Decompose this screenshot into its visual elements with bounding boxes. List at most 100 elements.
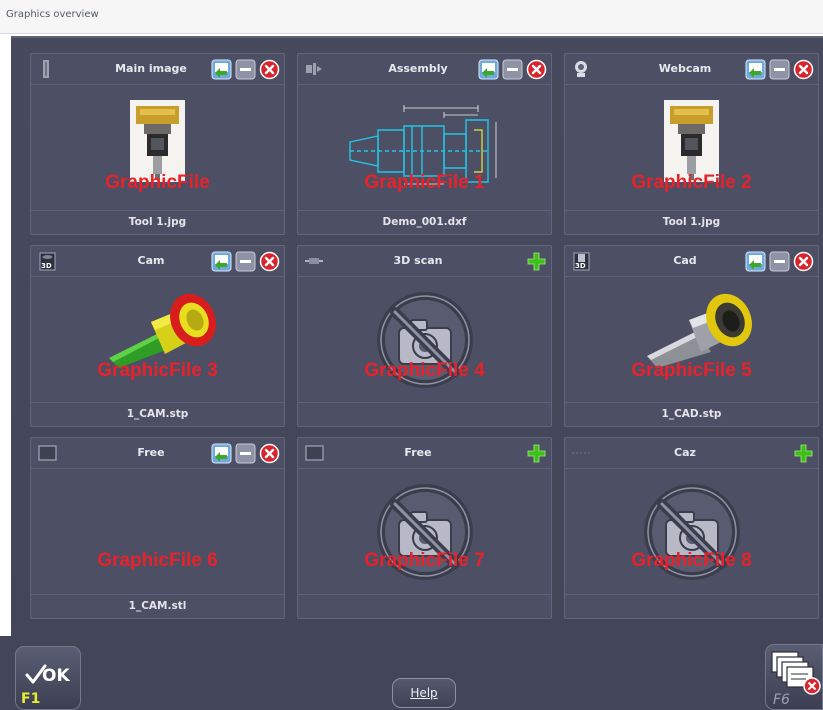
tool-holder-icon [43, 60, 49, 78]
minus-icon[interactable] [769, 59, 790, 80]
import-icon[interactable] [478, 59, 499, 80]
tile-actions [526, 443, 547, 464]
tile-preview-area[interactable] [298, 278, 551, 403]
cad-3d-model-image [647, 293, 752, 368]
graphic-file-label: GraphicFile 7 [364, 550, 485, 571]
delete-icon[interactable] [259, 443, 280, 464]
tile-title: Free [404, 446, 432, 459]
tile-title: Caz [674, 446, 696, 459]
tile-actions [745, 251, 814, 272]
tile-title: Free [137, 446, 165, 459]
graphic-file-label: GraphicFile 5 [631, 360, 752, 381]
delete-icon[interactable] [793, 251, 814, 272]
tile-file-name: 1_CAD.stp [565, 402, 818, 426]
tile-file-name [565, 594, 818, 618]
import-icon[interactable] [211, 59, 232, 80]
delete-icon[interactable] [793, 59, 814, 80]
graphic-file-label: GraphicFile [105, 172, 210, 193]
graphic-tile[interactable]: Free GraphicFile 6 1_CAM.stl [30, 437, 285, 619]
delete-icon[interactable] [259, 59, 280, 80]
cam-3d-model-image [109, 293, 216, 368]
assembly-icon [306, 63, 322, 75]
tile-file-name: Demo_001.dxf [298, 210, 551, 234]
window-title: Graphics overview [6, 9, 99, 20]
tile-header: Free [298, 438, 551, 469]
graphic-file-label: GraphicFile 1 [364, 172, 485, 193]
tile-header: Webcam [565, 54, 818, 85]
graphic-tile[interactable]: Caz GraphicFile 8 [564, 437, 819, 619]
tile-title: Assembly [388, 62, 448, 75]
delete-icon[interactable] [259, 251, 280, 272]
ok-button[interactable]: OK F1 [15, 646, 81, 710]
graphic-tile[interactable]: Main image GraphicFile Tool 1.jpg [30, 53, 285, 235]
tile-file-name: Tool 1.jpg [565, 210, 818, 234]
tile-header: Caz [565, 438, 818, 469]
import-icon[interactable] [211, 251, 232, 272]
delete-icon[interactable] [526, 59, 547, 80]
minus-icon[interactable] [235, 251, 256, 272]
tile-preview-area[interactable] [565, 278, 818, 403]
graphic-file-label: GraphicFile 2 [631, 172, 752, 193]
tile-file-name: 1_CAM.stl [31, 594, 284, 618]
tool-photo-image [130, 100, 185, 182]
graphic-tile[interactable]: Assembly GraphicFile 1 Demo_001.dxf [297, 53, 552, 235]
graphic-tile[interactable]: 3D scan GraphicFile 4 [297, 245, 552, 427]
graphic-tile[interactable]: Free GraphicFile 7 [297, 437, 552, 619]
add-icon[interactable] [526, 443, 547, 464]
f6-close-graphics-button[interactable]: F6 [765, 644, 823, 710]
graphic-file-label: GraphicFile 4 [364, 360, 485, 381]
ok-hotkey: F1 [21, 691, 41, 707]
3d-cam-icon: 3D [39, 252, 56, 271]
tile-title: Webcam [658, 62, 712, 75]
graphic-tile[interactable]: 3D Cam GraphicFile 3 1_CAM.stp [30, 245, 285, 427]
tile-header: 3D scan [298, 246, 551, 277]
tile-preview-area[interactable] [298, 470, 551, 595]
tile-title: Cad [673, 254, 697, 267]
caz-icon [572, 452, 590, 454]
webcam-icon [575, 61, 587, 77]
tile-preview-area[interactable] [565, 470, 818, 595]
tile-file-name: 1_CAM.stp [31, 402, 284, 426]
import-icon[interactable] [745, 59, 766, 80]
free-frame-icon [305, 445, 324, 461]
tile-file-name: Tool 1.jpg [31, 210, 284, 234]
minus-icon[interactable] [235, 443, 256, 464]
tile-header: 3D Cam [31, 246, 284, 277]
graphic-file-label: GraphicFile 3 [97, 360, 218, 381]
import-icon[interactable] [745, 251, 766, 272]
tile-actions [211, 251, 280, 272]
tile-preview-area[interactable] [31, 470, 284, 595]
add-icon[interactable] [526, 251, 547, 272]
minus-icon[interactable] [502, 59, 523, 80]
tool-photo-image [664, 100, 719, 182]
tile-actions [793, 443, 814, 464]
tile-title: 3D scan [393, 254, 443, 267]
minus-icon[interactable] [235, 59, 256, 80]
tile-title: Cam [137, 254, 165, 267]
svg-text:3D: 3D [575, 262, 586, 270]
3d-cad-icon: 3D [573, 252, 590, 271]
help-button[interactable]: Help [392, 678, 456, 708]
svg-text:3D: 3D [41, 262, 52, 270]
free-frame-icon [38, 445, 57, 461]
tile-file-name [298, 402, 551, 426]
tile-actions [745, 59, 814, 80]
tile-title: Main image [115, 62, 187, 75]
import-icon[interactable] [211, 443, 232, 464]
graphic-file-label: GraphicFile 8 [631, 550, 752, 571]
tile-preview-area[interactable] [31, 278, 284, 403]
tile-header: Assembly [298, 54, 551, 85]
tile-actions [211, 59, 280, 80]
ok-label: OK [42, 666, 70, 686]
window-title-bar: Graphics overview [0, 0, 823, 34]
add-icon[interactable] [793, 443, 814, 464]
tile-actions [478, 59, 547, 80]
graphic-tile[interactable]: Webcam GraphicFile 2 Tool 1.jpg [564, 53, 819, 235]
3d-scan-icon [305, 258, 323, 264]
minus-icon[interactable] [769, 251, 790, 272]
tile-header: 3D Cad [565, 246, 818, 277]
tile-file-name [298, 594, 551, 618]
graphic-file-label: GraphicFile 6 [97, 550, 218, 571]
tile-header: Main image [31, 54, 284, 85]
graphic-tile[interactable]: 3D Cad GraphicFile 5 1_CAD.stp [564, 245, 819, 427]
